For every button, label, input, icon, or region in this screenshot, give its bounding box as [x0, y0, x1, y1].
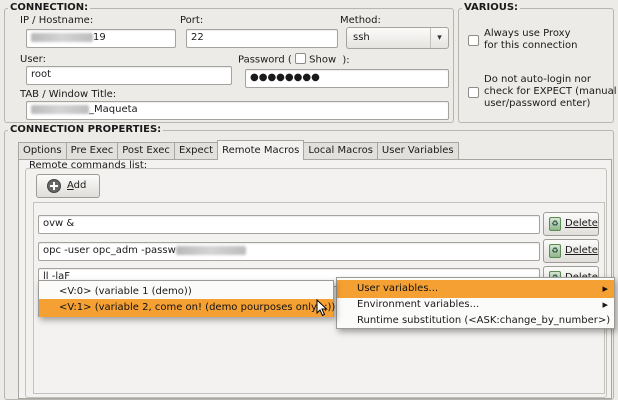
variable-1-label: <V:1> (variable 2, come on! (demo pourpo… — [59, 302, 336, 313]
port-label: Port: — [180, 15, 204, 26]
ip-hostname-input[interactable]: 19 — [26, 29, 176, 48]
tab-expect[interactable]: Expect — [173, 142, 219, 160]
method-select[interactable]: ssh ▾ — [346, 27, 449, 49]
tab-local-macros[interactable]: Local Macros — [303, 142, 378, 160]
menu-item-runtime-substitution[interactable]: Runtime substitution (<ASK:change_by_num… — [337, 312, 614, 330]
delete-label-2: Delete — [565, 245, 598, 256]
submenu-arrow-icon: ▸ — [602, 298, 608, 311]
tab-title-value: _Maqueta — [89, 104, 138, 115]
add-button-label: Add — [67, 180, 87, 191]
ip-value: 19 — [93, 32, 106, 43]
connection-properties-title: CONNECTION PROPERTIES: — [8, 124, 164, 135]
show-password-checkbox[interactable] — [294, 53, 306, 64]
proxy-line-1: Always use Proxy — [484, 28, 571, 39]
tab-post-exec[interactable]: Post Exec — [117, 142, 175, 160]
delete-label-1: Delete — [565, 218, 598, 229]
command-input-1[interactable]: ovw & — [38, 215, 540, 234]
variable-0-label: <V:0> (variable 1 (demo)) — [59, 286, 192, 297]
redacted-text — [31, 104, 89, 114]
environment-variables-label: Environment variables... — [357, 299, 480, 310]
password-input[interactable]: ●●●●●●●● — [245, 69, 449, 88]
no-autologin-label: Do not auto-login nor check for EXPECT (… — [484, 74, 617, 110]
menu-item-variable-1[interactable]: <V:1> (variable 2, come on! (demo pourpo… — [39, 299, 336, 317]
tab-title-label: TAB / Window Title: — [20, 89, 117, 100]
properties-tabs: Options Pre Exec Post Exec Expect Remote… — [18, 140, 459, 160]
ip-label: IP / Hostname: — [20, 15, 94, 26]
delete-icon: ♻ — [549, 244, 561, 258]
autologin-line-3: user/password enter) — [484, 98, 591, 109]
always-use-proxy-label: Always use Proxy for this connection — [484, 28, 577, 52]
autologin-line-2: check for EXPECT (manual — [484, 86, 617, 97]
various-title: VARIOUS: — [462, 2, 521, 13]
delete-icon: ♻ — [549, 217, 561, 231]
submenu-arrow-icon: ▸ — [602, 282, 608, 295]
no-autologin-checkbox[interactable] — [468, 87, 479, 98]
tab-user-variables[interactable]: User Variables — [376, 142, 459, 160]
always-use-proxy-checkbox[interactable] — [468, 35, 479, 46]
command-input-2[interactable]: opc -user opc_adm -passw — [38, 242, 540, 261]
chevron-down-icon: ▾ — [430, 28, 448, 48]
port-input[interactable]: 22 — [186, 29, 338, 48]
delete-button-2[interactable]: ♻ Delete — [543, 239, 599, 263]
insert-variable-menu: User variables... ▸ Environment variable… — [336, 277, 615, 329]
redacted-text — [31, 32, 93, 42]
tab-title-input[interactable]: _Maqueta — [26, 101, 449, 120]
delete-button-1[interactable]: ♻ Delete — [543, 212, 599, 236]
mouse-cursor-icon — [316, 299, 328, 317]
user-variables-label: User variables... — [357, 283, 439, 294]
autologin-line-1: Do not auto-login nor — [484, 74, 591, 85]
runtime-substitution-label: Runtime substitution (<ASK:change_by_num… — [357, 315, 611, 326]
password-label-text: Password ( — [238, 54, 292, 66]
user-input[interactable]: root — [26, 66, 232, 85]
proxy-line-2: for this connection — [484, 40, 578, 51]
show-password-label: Show — [309, 54, 337, 66]
user-label: User: — [20, 54, 46, 65]
redacted-text — [175, 245, 246, 255]
method-value: ssh — [353, 32, 370, 43]
add-command-button[interactable]: Add — [36, 174, 100, 198]
tab-options[interactable]: Options — [18, 142, 67, 160]
connection-title: CONNECTION: — [8, 2, 91, 13]
add-icon — [47, 179, 61, 193]
user-variables-submenu: <V:0> (variable 1 (demo)) <V:1> (variabl… — [38, 280, 336, 317]
tab-remote-macros[interactable]: Remote Macros — [217, 140, 305, 160]
password-label-suffix: ): — [342, 54, 350, 66]
tab-pre-exec[interactable]: Pre Exec — [65, 142, 119, 160]
command-2-value: opc -user opc_adm -passw — [43, 245, 176, 256]
password-label: Password ( Show ): — [238, 53, 350, 66]
method-label: Method: — [340, 15, 381, 26]
